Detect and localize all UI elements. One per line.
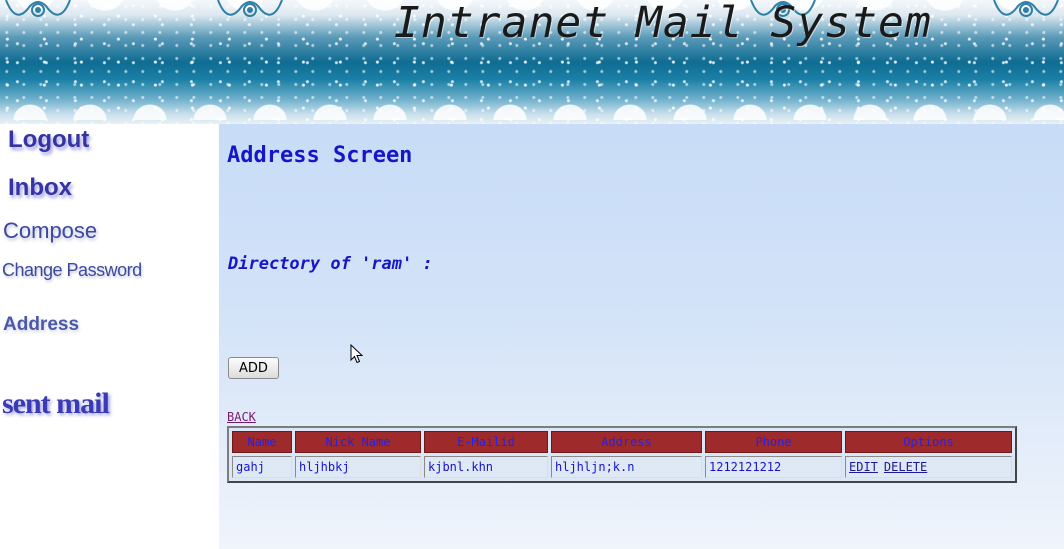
ornament-icon <box>993 0 1059 17</box>
column-header-nick-name: Nick Name <box>295 431 421 453</box>
sidebar-item-change-password[interactable]: Change Password <box>2 260 142 281</box>
sidebar-item-address[interactable]: Address <box>3 314 79 336</box>
page-title: Address Screen <box>227 143 413 168</box>
banner-wave-bottom <box>0 92 1064 124</box>
sidebar-item-compose[interactable]: Compose <box>3 218 97 244</box>
cell-nick-name: hljhbkj <box>295 456 421 478</box>
cell-name: gahj <box>232 456 292 478</box>
delete-link[interactable]: DELETE <box>884 460 927 474</box>
sidebar: Logout Inbox Compose Change Password Add… <box>0 124 219 549</box>
cell-email: kjbnl.khn <box>424 456 548 478</box>
header-banner: Intranet Mail System <box>0 0 1064 124</box>
sidebar-item-logout[interactable]: Logout <box>8 126 89 154</box>
column-header-name: Name <box>232 431 292 453</box>
cell-phone: 1212121212 <box>705 456 842 478</box>
column-header-options: Options <box>845 431 1012 453</box>
directory-label: Directory of 'ram' : <box>228 254 433 274</box>
ornament-icon <box>217 0 283 17</box>
main-content: Address Screen Directory of 'ram' : ADD … <box>219 124 1064 549</box>
column-header-email: E-Mailid <box>424 431 548 453</box>
address-table: Name Nick Name E-Mailid Address Phone Op… <box>227 426 1017 483</box>
column-header-phone: Phone <box>705 431 842 453</box>
sidebar-item-inbox[interactable]: Inbox <box>8 174 72 202</box>
mouse-cursor-icon <box>350 344 364 364</box>
add-button[interactable]: ADD <box>228 357 279 379</box>
table-header-row: Name Nick Name E-Mailid Address Phone Op… <box>232 431 1012 453</box>
table-row: gahj hljhbkj kjbnl.khn hljhljn;k.n 12121… <box>232 456 1012 478</box>
edit-link[interactable]: EDIT <box>849 460 878 474</box>
ornament-icon <box>5 0 71 17</box>
sidebar-item-sent-mail[interactable]: sent mail <box>2 387 110 421</box>
cell-address: hljhljn;k.n <box>551 456 702 478</box>
back-link[interactable]: BACK <box>227 410 256 424</box>
app-title: Intranet Mail System <box>394 0 932 48</box>
cell-options: EDIT DELETE <box>845 456 1012 478</box>
column-header-address: Address <box>551 431 702 453</box>
